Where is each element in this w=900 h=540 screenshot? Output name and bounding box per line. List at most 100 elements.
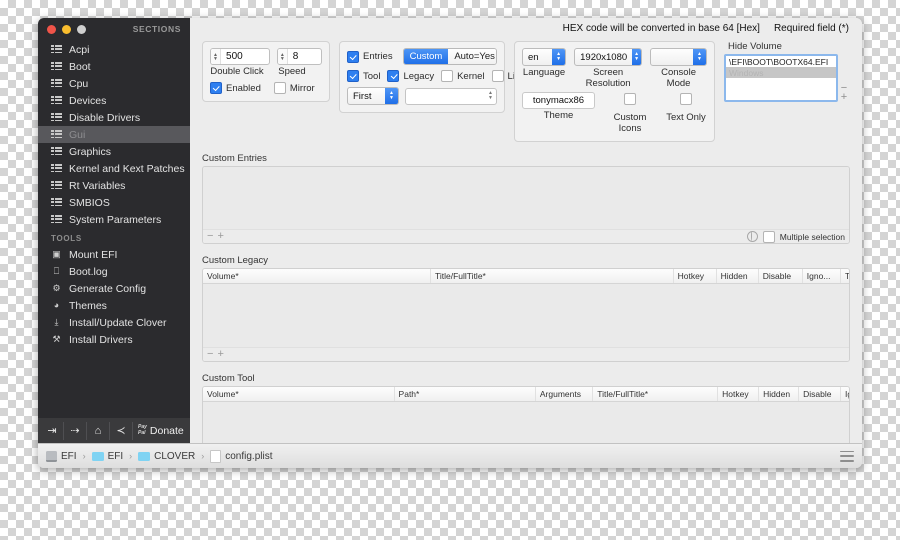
speed-stepper[interactable]: ▲ ▼ 8: [276, 48, 322, 65]
column-header[interactable]: Disable: [799, 387, 841, 401]
breadcrumb-item[interactable]: EFI: [108, 451, 124, 462]
checkbox-icon[interactable]: [491, 70, 504, 82]
checkbox-icon[interactable]: [347, 50, 359, 63]
column-header[interactable]: Hotkey: [674, 269, 717, 283]
sidebar-tool-generate-config[interactable]: ⚙ Generate Config: [38, 280, 190, 297]
zoom-button[interactable]: [77, 24, 86, 34]
remove-entry-button[interactable]: −: [207, 231, 213, 242]
speed-stepper-arrows[interactable]: ▲ ▼: [277, 49, 288, 64]
scan-mode-segmented-control[interactable]: Custom Auto=Yes: [402, 48, 497, 65]
breadcrumb-item[interactable]: EFI: [61, 451, 77, 462]
import-icon[interactable]: ⇥: [41, 421, 64, 440]
column-header[interactable]: Igno...: [841, 387, 849, 401]
add-entry-button[interactable]: +: [217, 231, 223, 242]
add-volume-button[interactable]: +: [841, 92, 847, 103]
mouse-enabled-checkbox[interactable]: Enabled: [210, 82, 261, 94]
minimize-button[interactable]: [62, 24, 71, 34]
custom-entries-body[interactable]: [203, 167, 849, 229]
scan-tool-checkbox[interactable]: Tool: [347, 70, 380, 82]
sidebar-item-acpi[interactable]: Acpi: [38, 41, 190, 58]
sidebar-item-disable-drivers[interactable]: Disable Drivers: [38, 109, 190, 126]
sidebar-item-system-parameters[interactable]: System Parameters: [38, 211, 190, 228]
hide-volume-row[interactable]: [726, 89, 836, 100]
scan-extra-combo[interactable]: ▲ ▼: [405, 87, 497, 105]
sidebar-item-devices[interactable]: Devices: [38, 92, 190, 109]
donate-button[interactable]: Pay Pal Donate: [133, 424, 184, 436]
column-header[interactable]: Title/FullTitle*: [593, 387, 719, 401]
home-icon[interactable]: ⌂: [87, 421, 110, 440]
text-only-checkbox[interactable]: [680, 93, 692, 105]
chevron-updown-icon[interactable]: ▲ ▼: [552, 49, 566, 65]
column-header[interactable]: Volume*: [203, 269, 431, 283]
add-legacy-button[interactable]: +: [217, 349, 223, 360]
column-header[interactable]: Arguments: [536, 387, 594, 401]
breadcrumb-item[interactable]: config.plist: [225, 451, 272, 462]
sidebar-tool-install-drivers[interactable]: ⚒ Install Drivers: [38, 331, 190, 348]
scan-mode-custom-option[interactable]: Custom: [403, 49, 449, 64]
sidebar-item-gui[interactable]: Gui: [38, 126, 190, 143]
custom-legacy-body[interactable]: [203, 284, 849, 347]
double-click-stepper-arrows[interactable]: ▲ ▼: [211, 49, 222, 64]
checkbox-icon[interactable]: [210, 82, 222, 94]
speed-value[interactable]: 8: [288, 51, 321, 62]
column-header[interactable]: Title/FullTitle*: [431, 269, 674, 283]
close-button[interactable]: [47, 24, 56, 34]
chevron-updown-icon[interactable]: ▲ ▼: [632, 49, 642, 65]
checkbox-icon[interactable]: [347, 70, 359, 82]
hide-volume-row[interactable]: [726, 78, 836, 89]
multiple-selection-checkbox[interactable]: [762, 230, 775, 243]
custom-entries-listbox[interactable]: − + Multiple selection: [202, 166, 850, 244]
hide-volume-list[interactable]: \EFI\BOOT\BOOTX64.EFI Windows: [724, 54, 838, 102]
scan-legacy-checkbox[interactable]: Legacy: [387, 70, 434, 82]
mouse-mirror-checkbox[interactable]: Mirror: [273, 82, 315, 94]
scan-mode-auto-option[interactable]: Auto=Yes: [448, 49, 496, 64]
sidebar-item-rt-variables[interactable]: Rt Variables: [38, 177, 190, 194]
column-header[interactable]: Path*: [395, 387, 536, 401]
globe-icon[interactable]: [746, 231, 758, 242]
hamburger-icon[interactable]: [840, 450, 854, 462]
custom-icons-checkbox[interactable]: [624, 93, 636, 105]
sidebar-tool-mount-efi[interactable]: ▣ Mount EFI: [38, 246, 190, 263]
sidebar-item-cpu[interactable]: Cpu: [38, 75, 190, 92]
custom-tool-body[interactable]: [203, 402, 849, 443]
scan-order-popup[interactable]: First ▲ ▼: [347, 87, 399, 105]
chevron-updown-icon[interactable]: ▲ ▼: [385, 88, 398, 104]
theme-field[interactable]: tonymacx86: [522, 92, 595, 109]
double-click-value[interactable]: 500: [221, 51, 269, 62]
share-icon[interactable]: ≺: [110, 421, 133, 440]
resolution-popup[interactable]: 1920x1080 ▲ ▼: [574, 48, 643, 66]
column-header[interactable]: Disable: [759, 269, 803, 283]
language-popup[interactable]: en ▲ ▼: [522, 48, 567, 66]
remove-legacy-button[interactable]: −: [207, 349, 213, 360]
tools-group-label: TOOLS: [51, 234, 82, 243]
column-header[interactable]: Hidden: [759, 387, 800, 401]
hide-volume-row[interactable]: \EFI\BOOT\BOOTX64.EFI: [726, 56, 836, 67]
sidebar-item-boot[interactable]: Boot: [38, 58, 190, 75]
sidebar-item-smbios[interactable]: SMBIOS: [38, 194, 190, 211]
column-header[interactable]: Hidden: [717, 269, 759, 283]
chevron-updown-icon[interactable]: ▲ ▼: [485, 91, 496, 101]
chevron-updown-icon[interactable]: ▲ ▼: [693, 49, 706, 65]
sidebar-tool-install-update-clover[interactable]: ⤓ Install/Update Clover: [38, 314, 190, 331]
column-header[interactable]: Igno...: [803, 269, 841, 283]
checkbox-icon[interactable]: [273, 82, 286, 94]
sidebar-tool-themes[interactable]: ◕ Themes: [38, 297, 190, 314]
sidebar-tool-boot-log[interactable]: ⎕ Boot.log: [38, 263, 190, 280]
export-icon[interactable]: ⇢: [64, 421, 87, 440]
scan-kernel-checkbox[interactable]: Kernel: [441, 70, 485, 82]
custom-tool-listbox[interactable]: Volume* Path* Arguments Title/FullTitle* Hot…: [202, 386, 850, 443]
scan-kernel-label: Kernel: [457, 70, 485, 82]
scan-entries-checkbox[interactable]: Entries: [347, 50, 393, 63]
custom-legacy-listbox[interactable]: Volume* Title/FullTitle* Hotkey Hidden Disab…: [202, 268, 850, 362]
console-mode-popup[interactable]: ▲ ▼: [650, 48, 707, 66]
checkbox-icon[interactable]: [387, 70, 400, 82]
column-header[interactable]: Volume*: [203, 387, 395, 401]
column-header[interactable]: Hotkey: [718, 387, 760, 401]
sidebar-item-kernel-and-kext-patches[interactable]: Kernel and Kext Patches: [38, 160, 190, 177]
sidebar-item-graphics[interactable]: Graphics: [38, 143, 190, 160]
column-header[interactable]: Type*: [841, 269, 849, 283]
double-click-stepper[interactable]: ▲ ▼ 500: [210, 48, 270, 65]
checkbox-icon[interactable]: [441, 70, 454, 82]
hide-volume-row[interactable]: Windows: [726, 67, 836, 78]
breadcrumb-item[interactable]: CLOVER: [154, 451, 195, 462]
